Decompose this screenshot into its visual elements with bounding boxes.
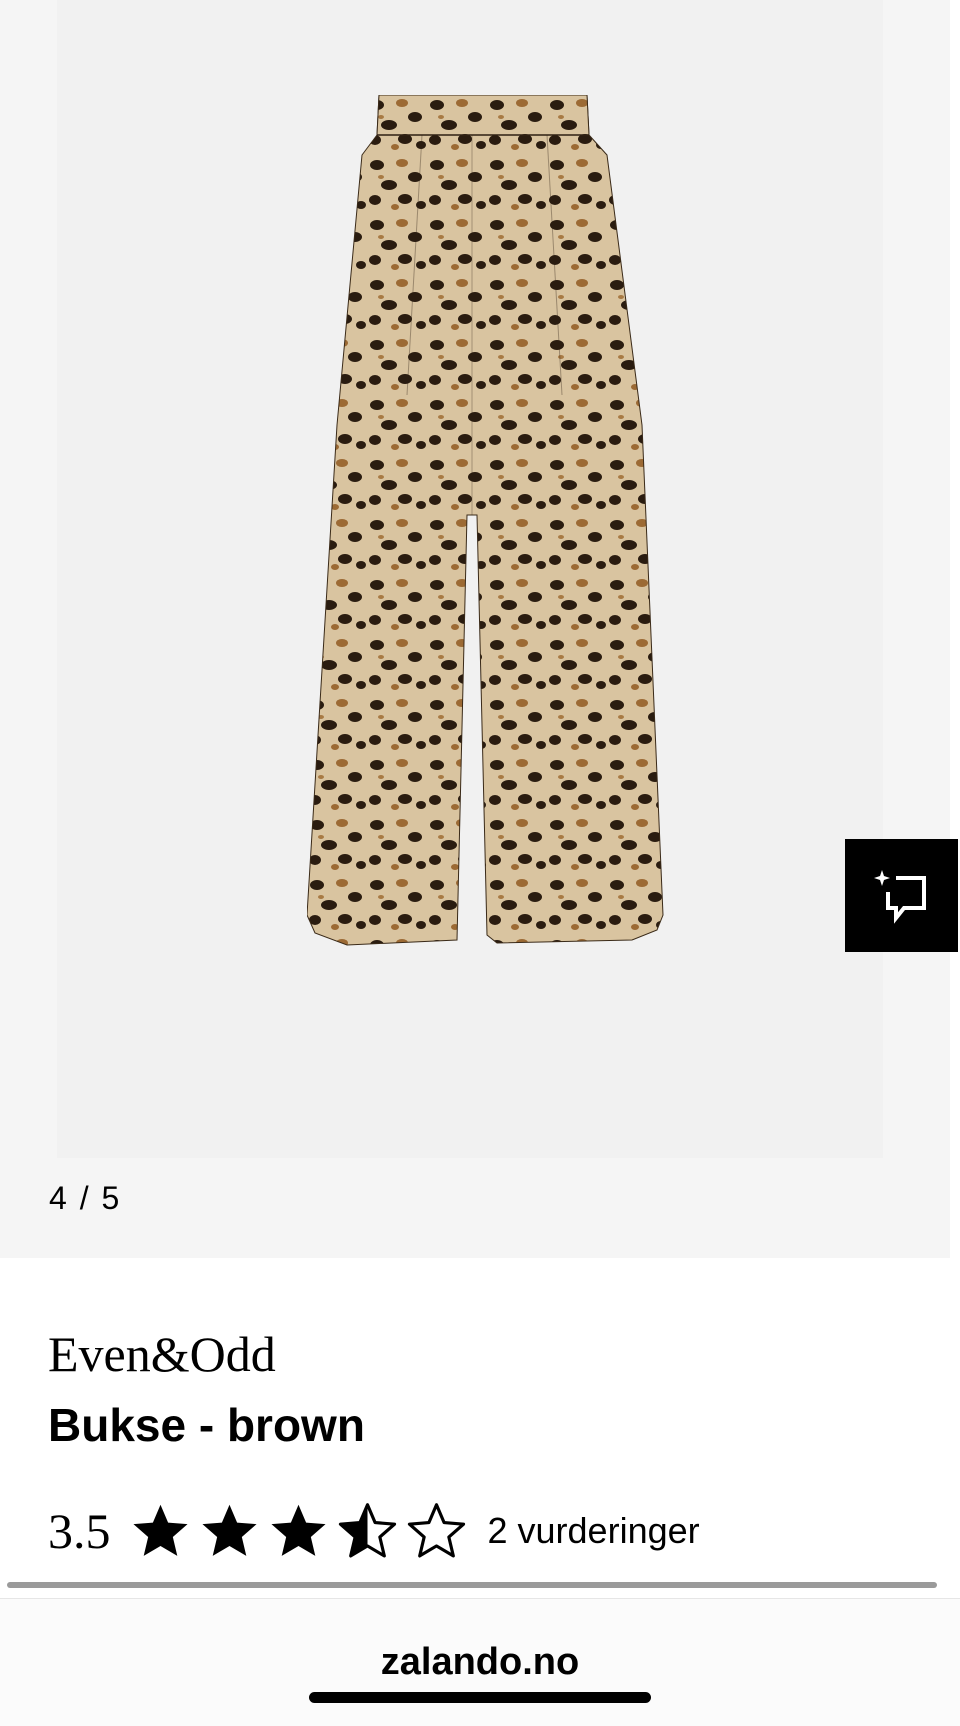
star-filled-icon — [201, 1504, 257, 1556]
image-counter: 4 / 5 — [49, 1180, 122, 1216]
star-filled-icon — [270, 1504, 326, 1556]
ai-assistant-button[interactable] — [845, 839, 958, 952]
brand-name[interactable]: Even&Odd — [48, 1325, 276, 1383]
home-indicator[interactable] — [309, 1692, 651, 1703]
star-empty-icon — [407, 1502, 465, 1557]
star-half-icon — [338, 1502, 396, 1557]
star-filled-icon — [132, 1504, 188, 1556]
product-title: Bukse - brown — [48, 1399, 365, 1451]
rating-value: 3.5 — [48, 1503, 111, 1559]
review-count-link[interactable]: 2 vurderinger — [488, 1510, 700, 1552]
product-gallery[interactable]: 4 / 5 — [0, 0, 950, 1258]
rating-row[interactable]: 3.5 2 vurderinger — [48, 1496, 700, 1566]
page-scroll-indicator — [7, 1582, 937, 1588]
url-text[interactable]: zalando.no — [0, 1641, 960, 1684]
product-image — [307, 95, 664, 946]
sparkle-chat-icon — [873, 869, 926, 924]
rating-stars — [129, 1500, 468, 1563]
browser-address-bar[interactable]: zalando.no — [0, 1598, 960, 1726]
product-image-frame[interactable] — [57, 0, 883, 1158]
